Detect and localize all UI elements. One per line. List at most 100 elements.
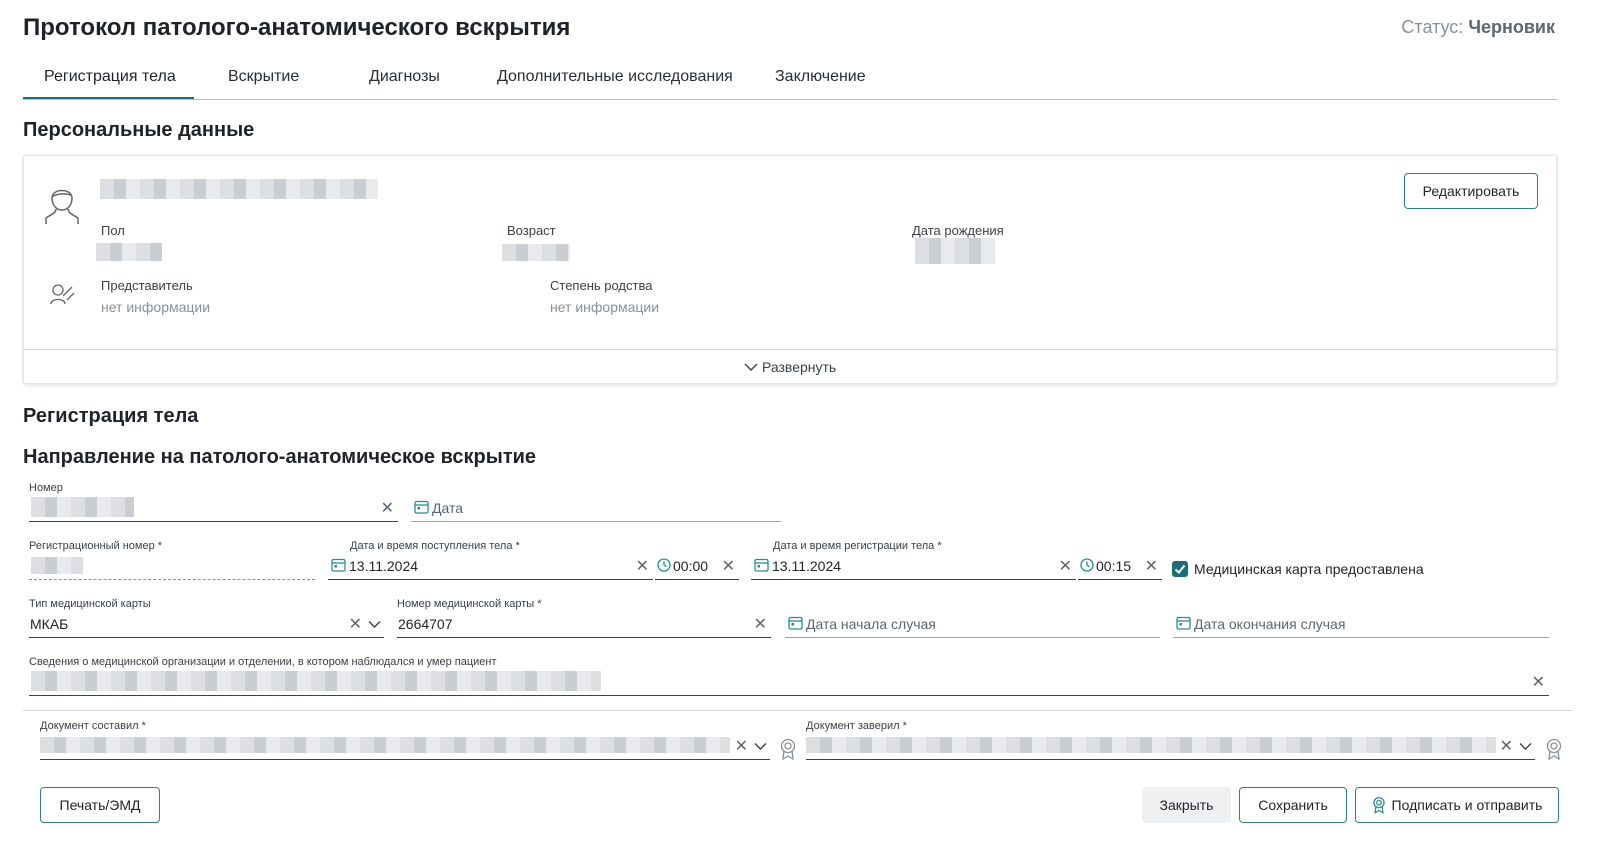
- card-number-value: 2664707: [398, 616, 453, 632]
- arrival-datetime-label: Дата и время поступления тела *: [350, 540, 520, 552]
- clock-icon: [657, 558, 671, 572]
- clear-arrival-date-icon[interactable]: ✕: [636, 559, 649, 575]
- referral-date-placeholder: Дата: [432, 500, 464, 516]
- sex-value-redacted: [96, 243, 162, 261]
- medical-org-redacted: [31, 671, 601, 691]
- certified-by-label: Документ заверил *: [806, 720, 907, 732]
- calendar-icon: [1176, 616, 1191, 630]
- active-tab-indicator: [23, 97, 194, 99]
- save-button[interactable]: Сохранить: [1239, 787, 1347, 823]
- tab-conclusion[interactable]: Заключение: [775, 68, 866, 86]
- tab-diagnoses[interactable]: Диагнозы: [369, 68, 440, 86]
- clear-card-type-icon[interactable]: ✕: [349, 617, 362, 633]
- body-registration-heading: Регистрация тела: [23, 405, 199, 427]
- chevron-down-icon[interactable]: [368, 620, 381, 629]
- section-divider: [23, 710, 1573, 711]
- page-title: Протокол патолого-анатомического вскрыти…: [23, 14, 571, 41]
- card-type-select[interactable]: МКАБ ✕: [29, 612, 384, 638]
- age-value-redacted: [502, 244, 570, 261]
- case-start-date-field[interactable]: Дата начала случая: [785, 612, 1160, 638]
- representative-value: нет информации: [101, 299, 211, 315]
- chevron-down-icon[interactable]: [1519, 742, 1532, 751]
- arrival-time-value: 00:00: [673, 558, 709, 574]
- signature-certificate-icon: [1372, 796, 1386, 814]
- registration-time-field[interactable]: 00:15 ✕: [1078, 554, 1162, 580]
- medical-org-field[interactable]: ✕: [29, 670, 1549, 696]
- case-start-placeholder: Дата начала случая: [806, 616, 936, 632]
- patient-name-redacted: [100, 179, 378, 199]
- clear-number-icon[interactable]: ✕: [381, 501, 394, 517]
- birth-date-label: Дата рождения: [912, 223, 1004, 238]
- representative-icon: [48, 282, 76, 308]
- status-label: Статус:: [1401, 17, 1464, 37]
- registration-date-value: 13.11.2024: [772, 558, 842, 574]
- referral-date-field[interactable]: Дата: [411, 496, 781, 522]
- registration-date-field[interactable]: 13.11.2024 ✕: [751, 554, 1076, 580]
- person-icon: [40, 180, 84, 226]
- composed-by-redacted: [40, 737, 730, 753]
- certified-by-select[interactable]: ✕: [806, 734, 1535, 760]
- personal-data-heading: Персональные данные: [23, 119, 255, 141]
- clear-medical-org-icon[interactable]: ✕: [1532, 675, 1545, 691]
- tab-autopsy[interactable]: Вскрытие: [228, 68, 299, 86]
- certified-by-redacted: [806, 737, 1496, 753]
- expand-label: Развернуть: [762, 359, 837, 375]
- age-label: Возраст: [507, 223, 556, 238]
- tab-body-registration[interactable]: Регистрация тела: [44, 68, 176, 86]
- composed-by-select[interactable]: ✕: [40, 734, 770, 760]
- status-indicator: Статус: Черновик: [1401, 17, 1555, 38]
- card-type-label: Тип медицинской карты: [29, 598, 151, 610]
- edit-button[interactable]: Редактировать: [1404, 173, 1538, 209]
- kinship-value: нет информации: [550, 299, 660, 315]
- tab-additional-studies[interactable]: Дополнительные исследования: [497, 68, 733, 86]
- autopsy-referral-heading: Направление на патолого-анатомическое вс…: [23, 446, 537, 468]
- sex-label: Пол: [101, 223, 125, 238]
- number-label: Номер: [29, 482, 63, 494]
- case-end-placeholder: Дата окончания случая: [1194, 616, 1346, 632]
- patient-card: Редактировать Пол Возраст Дата рождения …: [23, 155, 1557, 384]
- status-value: Черновик: [1468, 17, 1555, 37]
- card-number-field[interactable]: 2664707 ✕: [397, 612, 771, 638]
- number-value-redacted: [31, 497, 134, 517]
- expand-toggle[interactable]: Развернуть: [744, 359, 836, 375]
- reg-number-field[interactable]: [29, 554, 315, 580]
- calendar-icon: [754, 558, 769, 572]
- calendar-icon: [788, 616, 803, 630]
- clear-registration-date-icon[interactable]: ✕: [1059, 559, 1072, 575]
- checkbox-checked-icon: [1172, 561, 1188, 577]
- clear-registration-time-icon[interactable]: ✕: [1145, 559, 1158, 575]
- med-card-checkbox[interactable]: Медицинская карта предоставлена: [1172, 561, 1424, 577]
- clear-certified-by-icon[interactable]: ✕: [1500, 739, 1513, 755]
- number-field[interactable]: ✕: [29, 496, 398, 522]
- chevron-down-icon: [744, 362, 758, 372]
- registration-time-value: 00:15: [1096, 558, 1132, 574]
- registration-datetime-label: Дата и время регистрации тела *: [773, 540, 942, 552]
- composed-by-label: Документ составил *: [40, 720, 146, 732]
- clear-card-number-icon[interactable]: ✕: [754, 617, 767, 633]
- card-number-label: Номер медицинской карты *: [397, 598, 542, 610]
- medical-org-label: Сведения о медицинской организации и отд…: [29, 656, 497, 668]
- calendar-icon: [414, 500, 429, 514]
- card-divider: [24, 349, 1556, 350]
- signature-certificate-icon[interactable]: [1545, 738, 1563, 760]
- close-button[interactable]: Закрыть: [1142, 787, 1231, 823]
- clear-composed-by-icon[interactable]: ✕: [735, 739, 748, 755]
- sign-and-send-button[interactable]: Подписать и отправить: [1355, 787, 1559, 823]
- arrival-date-field[interactable]: 13.11.2024 ✕: [328, 554, 653, 580]
- case-end-date-field[interactable]: Дата окончания случая: [1173, 612, 1549, 638]
- clock-icon: [1080, 558, 1094, 572]
- arrival-time-field[interactable]: 00:00 ✕: [655, 554, 739, 580]
- chevron-down-icon[interactable]: [754, 742, 767, 751]
- arrival-date-value: 13.11.2024: [349, 558, 419, 574]
- print-emd-button[interactable]: Печать/ЭМД: [40, 787, 160, 823]
- reg-number-label: Регистрационный номер *: [29, 540, 163, 552]
- birth-date-redacted: [915, 238, 995, 264]
- signature-certificate-icon[interactable]: [779, 738, 797, 760]
- clear-arrival-time-icon[interactable]: ✕: [722, 559, 735, 575]
- representative-label: Представитель: [101, 278, 193, 293]
- tab-bar: Регистрация тела Вскрытие Диагнозы Допол…: [23, 60, 1557, 100]
- med-card-checkbox-label: Медицинская карта предоставлена: [1194, 561, 1424, 577]
- calendar-icon: [331, 558, 346, 572]
- card-type-value: МКАБ: [30, 616, 69, 632]
- sign-and-send-label: Подписать и отправить: [1391, 797, 1543, 813]
